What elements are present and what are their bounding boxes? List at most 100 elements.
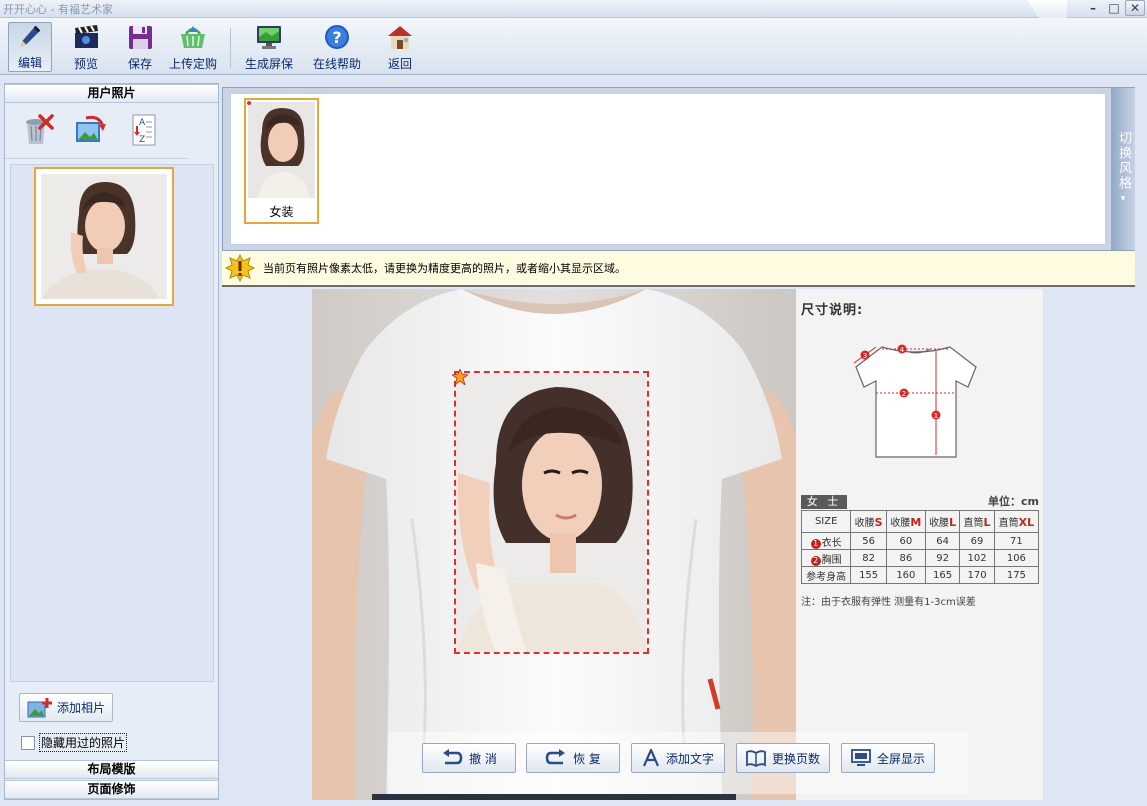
window-title: 开开心心 - 有福艺术家 — [3, 3, 113, 16]
table-cell: 60 — [885, 532, 926, 550]
table-cell: 82 — [850, 549, 887, 567]
table-cell: 64 — [924, 532, 961, 550]
size-col-header: 直筒XL — [993, 510, 1040, 533]
unit-label: 单位：cm — [988, 495, 1039, 508]
user-photo-thumbnail[interactable] — [34, 167, 174, 349]
style-strip-container: 女装 切换风格 ▾ — [222, 87, 1135, 251]
size-col-header: SIZE — [800, 510, 852, 533]
undo-icon — [443, 749, 463, 765]
left-panel: 用户照片 A Z 添加相片 隐藏用过的照片 布局模版 页面修饰 — [4, 83, 219, 800]
change-pages-button[interactable]: 更换页数 — [736, 743, 830, 773]
toolbar-upload-order-button[interactable]: 上传定购 — [164, 22, 222, 72]
size-table: SIZE 收腰S 收腰M 收腰L 直筒L 直筒XL 1 衣长 56 60 64 6… — [800, 510, 1040, 584]
undo-button[interactable]: 撤 消 — [422, 743, 516, 773]
table-cell: 160 — [885, 566, 926, 584]
style-card-womens[interactable]: 女装 — [244, 98, 319, 224]
toolbar-help-button[interactable]: ? 在线帮助 — [308, 22, 366, 72]
toolbar-save-button[interactable]: 保存 — [120, 22, 160, 72]
change-pages-label: 更换页数 — [771, 751, 820, 766]
add-text-icon — [642, 749, 659, 767]
photo-print-area[interactable] — [454, 371, 649, 654]
svg-text:A: A — [139, 118, 146, 128]
fullscreen-button[interactable]: 全屏显示 — [841, 743, 935, 773]
tshirt-canvas[interactable] — [312, 289, 796, 800]
tools-divider — [5, 158, 188, 159]
minimize-button[interactable]: – — [1083, 0, 1103, 16]
undo-label: 撤 消 — [469, 751, 497, 766]
table-cell: 71 — [993, 532, 1040, 550]
title-bar: 开开心心 - 有福艺术家 – □ ✕ — [0, 0, 1147, 18]
window-controls: – □ ✕ — [1082, 0, 1145, 18]
add-photo-button[interactable]: 添加相片 — [19, 693, 113, 722]
size-col-header: 收腰L — [924, 510, 961, 533]
toolbar-back-button[interactable]: 返回 — [380, 22, 420, 72]
toolbar-preview-button[interactable]: 预览 — [66, 22, 106, 72]
redo-label: 恢 复 — [573, 751, 601, 766]
hide-used-photos-row[interactable]: 隐藏用过的照片 — [21, 733, 128, 752]
toolbar-screensaver-label: 生成屏保 — [244, 57, 293, 71]
table-cell: 175 — [993, 566, 1040, 584]
svg-text:?: ? — [332, 28, 341, 47]
recycle-bin-delete-icon[interactable] — [19, 112, 55, 148]
table-row: 1 衣长 56 60 64 69 71 — [800, 532, 1040, 550]
section-header-page-decoration[interactable]: 页面修饰 — [5, 780, 218, 799]
toolbar-edit-button[interactable]: 编辑 — [8, 22, 52, 72]
add-text-label: 添加文字 — [665, 751, 714, 766]
main-toolbar: 编辑 预览 保存 上传定购 生成屏保 ? 在线帮助 返回 — [0, 18, 1147, 75]
redo-button[interactable]: 恢 复 — [526, 743, 620, 773]
size-chart-title: 尺寸说明: — [801, 303, 864, 318]
toolbar-back-label: 返回 — [387, 57, 412, 71]
table-cell: 56 — [850, 532, 887, 550]
switch-style-label: 切换风格 — [1116, 131, 1131, 191]
diagram-marker-4: 4 — [900, 346, 905, 354]
size-table-header: SIZE 收腰S 收腰M 收腰L 直筒L 直筒XL — [800, 510, 1040, 533]
add-text-button[interactable]: 添加文字 — [631, 743, 725, 773]
hide-used-photos-label[interactable]: 隐藏用过的照片 — [39, 733, 128, 752]
table-row: 2 胸围 82 86 92 102 106 — [800, 549, 1040, 567]
table-cell: 92 — [924, 549, 961, 567]
toolbar-edit-label: 编辑 — [17, 56, 42, 70]
toolbar-screensaver-button[interactable]: 生成屏保 — [240, 22, 298, 72]
clapper-icon — [75, 25, 98, 48]
close-button[interactable]: ✕ — [1125, 0, 1145, 16]
toolbar-help-label: 在线帮助 — [312, 57, 361, 71]
style-thumbnail-image — [248, 102, 315, 198]
size-note: 注：由于衣服有弹性 测量有1-3cm误差 — [801, 597, 976, 608]
monitor-icon — [257, 26, 281, 49]
floppy-disk-icon — [129, 26, 152, 49]
fullscreen-icon — [851, 749, 871, 766]
redo-icon — [545, 749, 566, 765]
toolbar-preview-label: 预览 — [73, 57, 98, 71]
size-col-header: 收腰S — [850, 510, 887, 533]
diagram-marker-1: 1 — [934, 412, 938, 420]
table-cell: 69 — [959, 532, 995, 550]
section-header-layout-templates[interactable]: 布局模版 — [5, 760, 218, 779]
hide-used-photos-checkbox[interactable] — [21, 735, 35, 750]
diagram-marker-2: 2 — [902, 390, 906, 398]
table-cell: 165 — [924, 566, 961, 584]
toolbar-separator — [230, 28, 231, 68]
sort-az-icon[interactable]: A Z — [125, 112, 161, 148]
title-notch — [1027, 0, 1067, 18]
table-cell: 155 — [850, 566, 887, 584]
size-col-header: 直筒L — [959, 510, 995, 533]
maximize-button[interactable]: □ — [1104, 0, 1124, 16]
add-photo-icon — [27, 697, 52, 717]
book-icon — [746, 750, 766, 767]
switch-style-tab[interactable]: 切换风格 ▾ — [1111, 88, 1135, 250]
photo-tools: A Z — [19, 112, 161, 152]
starburst-handle-icon[interactable] — [452, 369, 468, 385]
table-cell: 参考身高 — [800, 566, 852, 584]
table-row: 参考身高 155 160 165 170 175 — [800, 566, 1040, 584]
svg-text:Z: Z — [139, 135, 145, 145]
section-header-user-photos[interactable]: 用户照片 — [5, 84, 218, 103]
portrait-photo — [41, 174, 167, 349]
shopping-basket-icon — [181, 26, 205, 48]
style-strip: 女装 — [230, 93, 1106, 245]
chevron-down-icon: ▾ — [1120, 194, 1126, 204]
fullscreen-label: 全屏显示 — [876, 751, 925, 766]
size-chart-panel: 尺寸说明: 1 2 3 4 女 士 单位：cm SIZE 收腰S 收腰M 收腰L — [796, 289, 1043, 800]
toolbar-save-label: 保存 — [127, 57, 152, 71]
diagram-marker-3: 3 — [863, 352, 867, 360]
rotate-photo-icon[interactable] — [72, 112, 108, 148]
